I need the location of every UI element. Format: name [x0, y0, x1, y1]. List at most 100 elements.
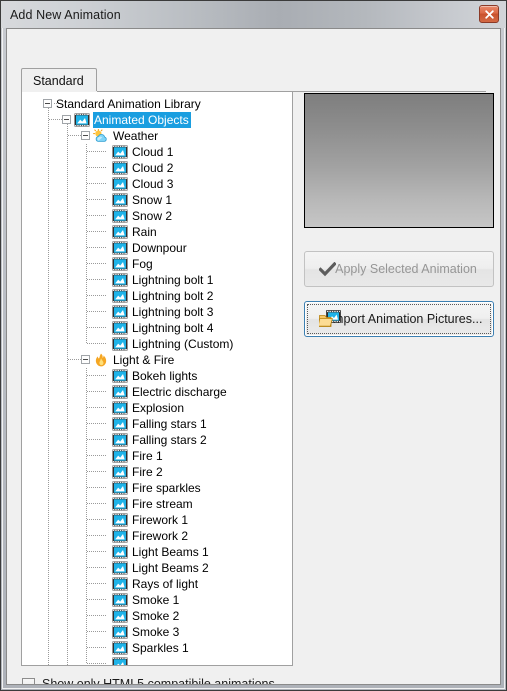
tree-item-content[interactable]: Snow 2	[112, 208, 174, 224]
film-strip-icon	[112, 577, 128, 591]
film-strip-icon	[112, 177, 128, 191]
tree-item-content[interactable]: Lightning (Custom)	[112, 336, 235, 352]
tree-item-content[interactable]: Smoke 1	[112, 592, 181, 608]
html5-only-checkbox-row[interactable]: Show only HTML5 compatibile animations	[22, 677, 275, 685]
tree-item[interactable]: Standard Animation Library	[22, 96, 292, 112]
tree-item-content[interactable]: Light Beams 2	[112, 560, 211, 576]
tree-item-content[interactable]: Bokeh lights	[112, 368, 199, 384]
tree-item-content[interactable]: Fire 1	[112, 448, 165, 464]
tree-item-content[interactable]: Lightning bolt 4	[112, 320, 215, 336]
tree-item-content[interactable]: Light & Fire	[93, 352, 176, 368]
tree-item[interactable]: Fire 1	[22, 448, 292, 464]
tree-item-content[interactable]: Lightning bolt 2	[112, 288, 215, 304]
tree-item-content[interactable]: Firework 1	[112, 512, 190, 528]
tree-item-content[interactable]: Explosion	[112, 400, 186, 416]
tree-item-content[interactable]: Falling stars 1	[112, 416, 209, 432]
tree-item-label: Rain	[132, 225, 157, 239]
title-bar[interactable]: Add New Animation	[1, 1, 506, 28]
tree-item-content[interactable]: Cloud 2	[112, 160, 175, 176]
tree-expander-minus-icon[interactable]	[81, 131, 90, 140]
tree-scroll-viewport[interactable]: Standard Animation Library Animated Objec…	[22, 96, 292, 665]
tree-item[interactable]: Downpour	[22, 240, 292, 256]
tree-item[interactable]: Light & Fire	[22, 352, 292, 368]
tree-item[interactable]: Lightning bolt 2	[22, 288, 292, 304]
tree-item-label: Lightning bolt 4	[132, 321, 214, 335]
tree-item[interactable]: Firework 1	[22, 512, 292, 528]
tree-item-content[interactable]: Cloud 3	[112, 176, 175, 192]
film-strip-icon	[112, 209, 128, 223]
tree-expander-minus-icon[interactable]	[62, 115, 71, 124]
tree-item-content[interactable]: Sparkles 1	[112, 640, 191, 656]
tree-item-content[interactable]: Rain	[112, 224, 159, 240]
tree-item[interactable]: Cloud 1	[22, 144, 292, 160]
tree-expander-minus-icon[interactable]	[43, 99, 52, 108]
tree-item[interactable]: Smoke 3	[22, 624, 292, 640]
tree-item[interactable]: Light Beams 2	[22, 560, 292, 576]
tree-item-content[interactable]: Electric discharge	[112, 384, 229, 400]
tree-item-label: Animated Objects	[93, 112, 191, 128]
tree-item[interactable]: Lightning bolt 1	[22, 272, 292, 288]
tree-item[interactable]: Animated Objects	[22, 112, 292, 128]
tree-item[interactable]: Smoke 1	[22, 592, 292, 608]
tree-item[interactable]: Cloud 3	[22, 176, 292, 192]
tree-item[interactable]: Rays of light	[22, 576, 292, 592]
tree-item[interactable]: Falling stars 1	[22, 416, 292, 432]
tree-item[interactable]: Snow 1	[22, 192, 292, 208]
tree-expander-minus-icon[interactable]	[81, 355, 90, 364]
tree-item-content[interactable]: Cloud 1	[112, 144, 175, 160]
tree-item[interactable]	[22, 656, 292, 665]
tab-standard[interactable]: Standard	[21, 68, 97, 92]
tree-item[interactable]: Weather	[22, 128, 292, 144]
tree-item-content[interactable]	[112, 656, 134, 665]
tree-item[interactable]: Explosion	[22, 400, 292, 416]
tree-item-content[interactable]: Rays of light	[112, 576, 200, 592]
tree-item-content[interactable]: Standard Animation Library	[55, 96, 203, 112]
tree-item-content[interactable]: Fire 2	[112, 464, 165, 480]
tree-item-content[interactable]: Fog	[112, 256, 155, 272]
animation-preview	[304, 93, 494, 228]
tree-item-content[interactable]: Lightning bolt 1	[112, 272, 215, 288]
tree-item-content[interactable]: Weather	[93, 128, 160, 144]
tree-item[interactable]: Cloud 2	[22, 160, 292, 176]
tree-item-content[interactable]: Animated Objects	[74, 112, 191, 128]
film-strip-icon	[112, 593, 128, 607]
tree-item[interactable]: Snow 2	[22, 208, 292, 224]
film-strip-icon	[112, 497, 128, 511]
tree-item[interactable]: Lightning (Custom)	[22, 336, 292, 352]
html5-only-checkbox[interactable]	[22, 677, 35, 684]
close-button[interactable]	[479, 5, 499, 23]
tree-item-content[interactable]: Falling stars 2	[112, 432, 209, 448]
tree-item-content[interactable]: Firework 2	[112, 528, 190, 544]
tree-item-content[interactable]: Fire sparkles	[112, 480, 203, 496]
tree-item[interactable]: Bokeh lights	[22, 368, 292, 384]
tree-item-label: Smoke 2	[132, 609, 180, 623]
tree-item-content[interactable]: Smoke 2	[112, 608, 181, 624]
tree-item-content[interactable]: Light Beams 1	[112, 544, 211, 560]
apply-selected-animation-button[interactable]: Apply Selected Animation	[304, 251, 494, 287]
tree-item[interactable]: Smoke 2	[22, 608, 292, 624]
tree-item-label: Lightning (Custom)	[132, 337, 234, 351]
tree-item[interactable]: Lightning bolt 3	[22, 304, 292, 320]
tree-item-content[interactable]: Fire stream	[112, 496, 195, 512]
animation-library-tree[interactable]: Standard Animation Library Animated Objec…	[21, 91, 293, 666]
tree-item[interactable]: Falling stars 2	[22, 432, 292, 448]
html5-only-label: Show only HTML5 compatibile animations	[42, 677, 275, 685]
tree-item[interactable]: Light Beams 1	[22, 544, 292, 560]
import-animation-pictures-button[interactable]: Import Animation Pictures...	[304, 301, 494, 337]
tree-item[interactable]: Electric discharge	[22, 384, 292, 400]
tree-item-label: Light Beams 1	[132, 545, 209, 559]
tree-item-content[interactable]: Smoke 3	[112, 624, 181, 640]
tree-item[interactable]: Firework 2	[22, 528, 292, 544]
tree-item-content[interactable]: Snow 1	[112, 192, 174, 208]
film-strip-icon	[112, 241, 128, 255]
tree-item[interactable]: Sparkles 1	[22, 640, 292, 656]
tree-item[interactable]: Fire 2	[22, 464, 292, 480]
tree-item[interactable]: Rain	[22, 224, 292, 240]
tree-item[interactable]: Fire sparkles	[22, 480, 292, 496]
film-strip-icon	[112, 625, 128, 639]
tree-item-content[interactable]: Downpour	[112, 240, 189, 256]
tree-item-content[interactable]: Lightning bolt 3	[112, 304, 215, 320]
tree-item[interactable]: Fog	[22, 256, 292, 272]
tree-item[interactable]: Fire stream	[22, 496, 292, 512]
tree-item[interactable]: Lightning bolt 4	[22, 320, 292, 336]
